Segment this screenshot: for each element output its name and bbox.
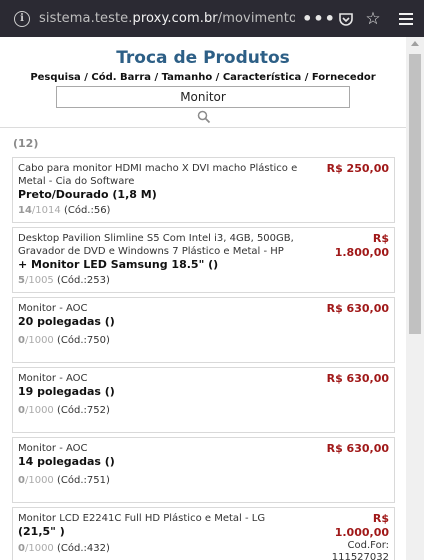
- product-code: (Cód.:751): [56, 475, 110, 486]
- stock-quantity: 0: [18, 475, 25, 486]
- product-price: R$ 630,00: [326, 372, 389, 385]
- supplier-code-label: Cod.For:: [347, 540, 389, 551]
- stock-total: /1014: [31, 205, 61, 216]
- search-icon[interactable]: [197, 110, 211, 124]
- page-content: Troca de Produtos Pesquisa / Cód. Barra …: [0, 37, 406, 560]
- stock-total: /1000: [24, 405, 54, 416]
- product-code: (Cód.:432): [56, 543, 110, 554]
- stock-total: /1000: [24, 475, 54, 486]
- hamburger-menu-icon[interactable]: [394, 0, 418, 37]
- stock-total: /1005: [24, 275, 54, 286]
- product-code: (Cód.:752): [56, 405, 110, 416]
- product-variant: + Monitor LED Samsung 18.5" (): [18, 258, 219, 271]
- product-code: (Cód.:56): [63, 205, 111, 216]
- page-title: Troca de Produtos: [116, 48, 290, 68]
- vertical-scrollbar[interactable]: [406, 37, 424, 560]
- stock-quantity: 0: [18, 405, 25, 416]
- product-price: R$ 1.000,00: [335, 512, 389, 540]
- product-item[interactable]: Desktop Pavilion Slimline S5 Com Intel i…: [12, 227, 395, 293]
- results-count: (12): [13, 137, 39, 150]
- product-stock: 14/1014 (Cód.:56): [18, 204, 389, 217]
- product-stock: 0/1000 (Cód.:750): [18, 334, 389, 347]
- price-currency: R$: [372, 232, 389, 245]
- product-description: Cabo para monitor HDMI macho X DVI macho…: [18, 163, 298, 187]
- more-actions-icon[interactable]: •••: [302, 0, 335, 37]
- product-price: R$ 1.800,00: [335, 232, 389, 260]
- product-price: R$ 250,00: [326, 162, 389, 175]
- stock-total: /1000: [24, 543, 54, 554]
- product-variant: 14 polegadas (): [18, 455, 115, 468]
- stock-quantity: 14: [18, 205, 32, 216]
- product-item[interactable]: Monitor - AOC 14 polegadas () 0/1000 (Có…: [12, 437, 395, 503]
- product-stock: 0/1000 (Cód.:752): [18, 404, 389, 417]
- price-amount: 1.800,00: [334, 246, 389, 259]
- product-description: Monitor LCD E2241C Full HD Plástico e Me…: [18, 513, 266, 524]
- stock-quantity: 0: [18, 335, 25, 346]
- divider: [0, 127, 406, 128]
- search-input[interactable]: [56, 86, 350, 108]
- scroll-up-arrow-icon[interactable]: [411, 41, 419, 46]
- url-prefix: sistema.teste.: [39, 11, 133, 26]
- product-item[interactable]: Monitor LCD E2241C Full HD Plástico e Me…: [12, 507, 395, 560]
- site-info-icon[interactable]: i: [14, 10, 30, 27]
- product-code: (Cód.:253): [56, 275, 110, 286]
- url-path: /movimento/ve: [217, 11, 295, 26]
- product-item[interactable]: Monitor - AOC 19 polegadas () 0/1000 (Có…: [12, 367, 395, 433]
- browser-toolbar: i sistema.teste.proxy.com.br/movimento/v…: [0, 0, 424, 37]
- price-currency: R$: [372, 512, 389, 525]
- address-bar[interactable]: sistema.teste.proxy.com.br/movimento/ve: [39, 11, 295, 26]
- url-domain: proxy.com.br: [132, 11, 218, 26]
- product-variant: 20 polegadas (): [18, 315, 115, 328]
- pocket-icon[interactable]: [334, 0, 358, 37]
- product-price: R$ 630,00: [326, 442, 389, 455]
- supplier-code: Cod.For: 111527032: [332, 540, 389, 560]
- search-criteria-label: Pesquisa / Cód. Barra / Tamanho / Caract…: [30, 72, 376, 83]
- product-stock: 0/1000 (Cód.:751): [18, 474, 389, 487]
- supplier-code-value: 111527032: [331, 552, 389, 560]
- product-item[interactable]: Monitor - AOC 20 polegadas () 0/1000 (Có…: [12, 297, 395, 363]
- stock-quantity: 0: [18, 543, 25, 554]
- product-description: Desktop Pavilion Slimline S5 Com Intel i…: [18, 233, 294, 257]
- stock-quantity: 5: [18, 275, 25, 286]
- product-price: R$ 630,00: [326, 302, 389, 315]
- scrollbar-thumb[interactable]: [409, 54, 421, 334]
- product-variant: Preto/Dourado (1,8 M): [18, 188, 157, 201]
- product-stock: 5/1005 (Cód.:253): [18, 274, 389, 287]
- price-amount: 1.000,00: [334, 526, 389, 539]
- product-item[interactable]: Cabo para monitor HDMI macho X DVI macho…: [12, 157, 395, 223]
- product-code: (Cód.:750): [56, 335, 110, 346]
- bookmark-star-icon[interactable]: ☆: [361, 0, 385, 37]
- stock-total: /1000: [24, 335, 54, 346]
- product-variant: 19 polegadas (): [18, 385, 115, 398]
- product-variant: (21,5" ): [18, 525, 65, 538]
